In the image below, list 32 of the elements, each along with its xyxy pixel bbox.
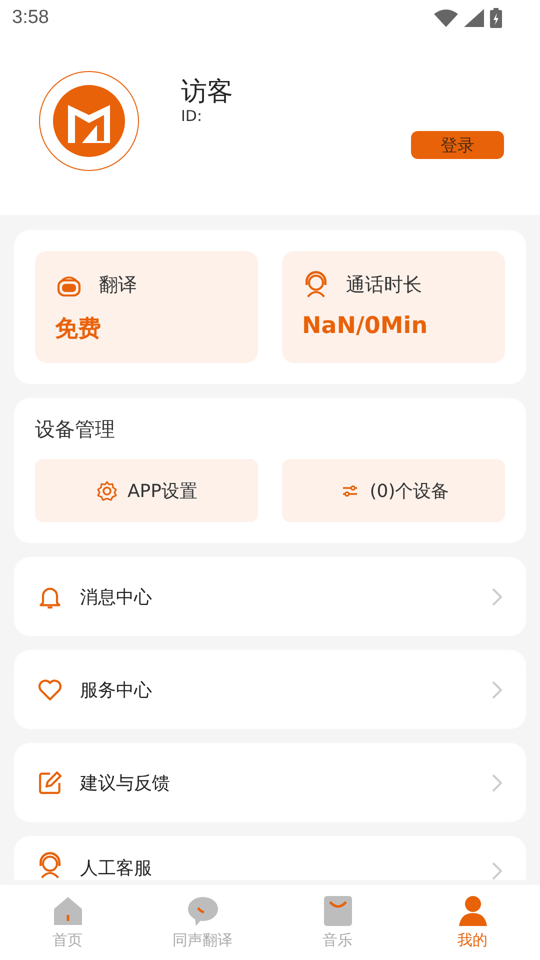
- app-settings-button[interactable]: APP设置: [35, 459, 258, 522]
- chevron-icon: [492, 680, 502, 698]
- shopping-bag-icon: [322, 895, 354, 927]
- stat-value: NaN/0Min: [302, 313, 429, 339]
- stat-label: 翻译: [99, 273, 137, 298]
- devices-button[interactable]: (0)个设备: [282, 459, 505, 522]
- signal-icon: [464, 9, 484, 27]
- chat-bubble-icon: [186, 895, 218, 927]
- menu-label: 消息中心: [80, 586, 153, 608]
- chevron-icon: [492, 862, 502, 880]
- menu-label: 人工客服: [80, 857, 153, 880]
- battery-icon: [490, 8, 502, 28]
- stat-value: 免费: [55, 315, 102, 344]
- home-icon: [52, 895, 84, 927]
- section-title: 设备管理: [35, 416, 116, 443]
- menu-label: 建议与反馈: [80, 772, 171, 794]
- login-button[interactable]: 登录: [411, 131, 504, 159]
- menu-item[interactable]: 消息中心: [14, 557, 526, 636]
- menu-label: 服务中心: [80, 678, 153, 702]
- stat-label: 通话时长: [346, 273, 422, 298]
- menu-item[interactable]: 服务中心: [14, 650, 526, 729]
- user-name: 访客: [181, 76, 233, 108]
- chevron-icon: [492, 588, 502, 606]
- edit-icon: [36, 768, 64, 796]
- gear-icon: [95, 478, 120, 502]
- chevron-icon: [492, 774, 502, 792]
- menu-item[interactable]: 人工客服: [14, 836, 526, 880]
- user-id-label: ID:: [181, 108, 204, 124]
- person-icon: [456, 895, 488, 927]
- menu-item[interactable]: 建议与反馈: [14, 743, 526, 822]
- status-time: 3:58: [12, 7, 49, 29]
- wifi-icon: [434, 9, 458, 27]
